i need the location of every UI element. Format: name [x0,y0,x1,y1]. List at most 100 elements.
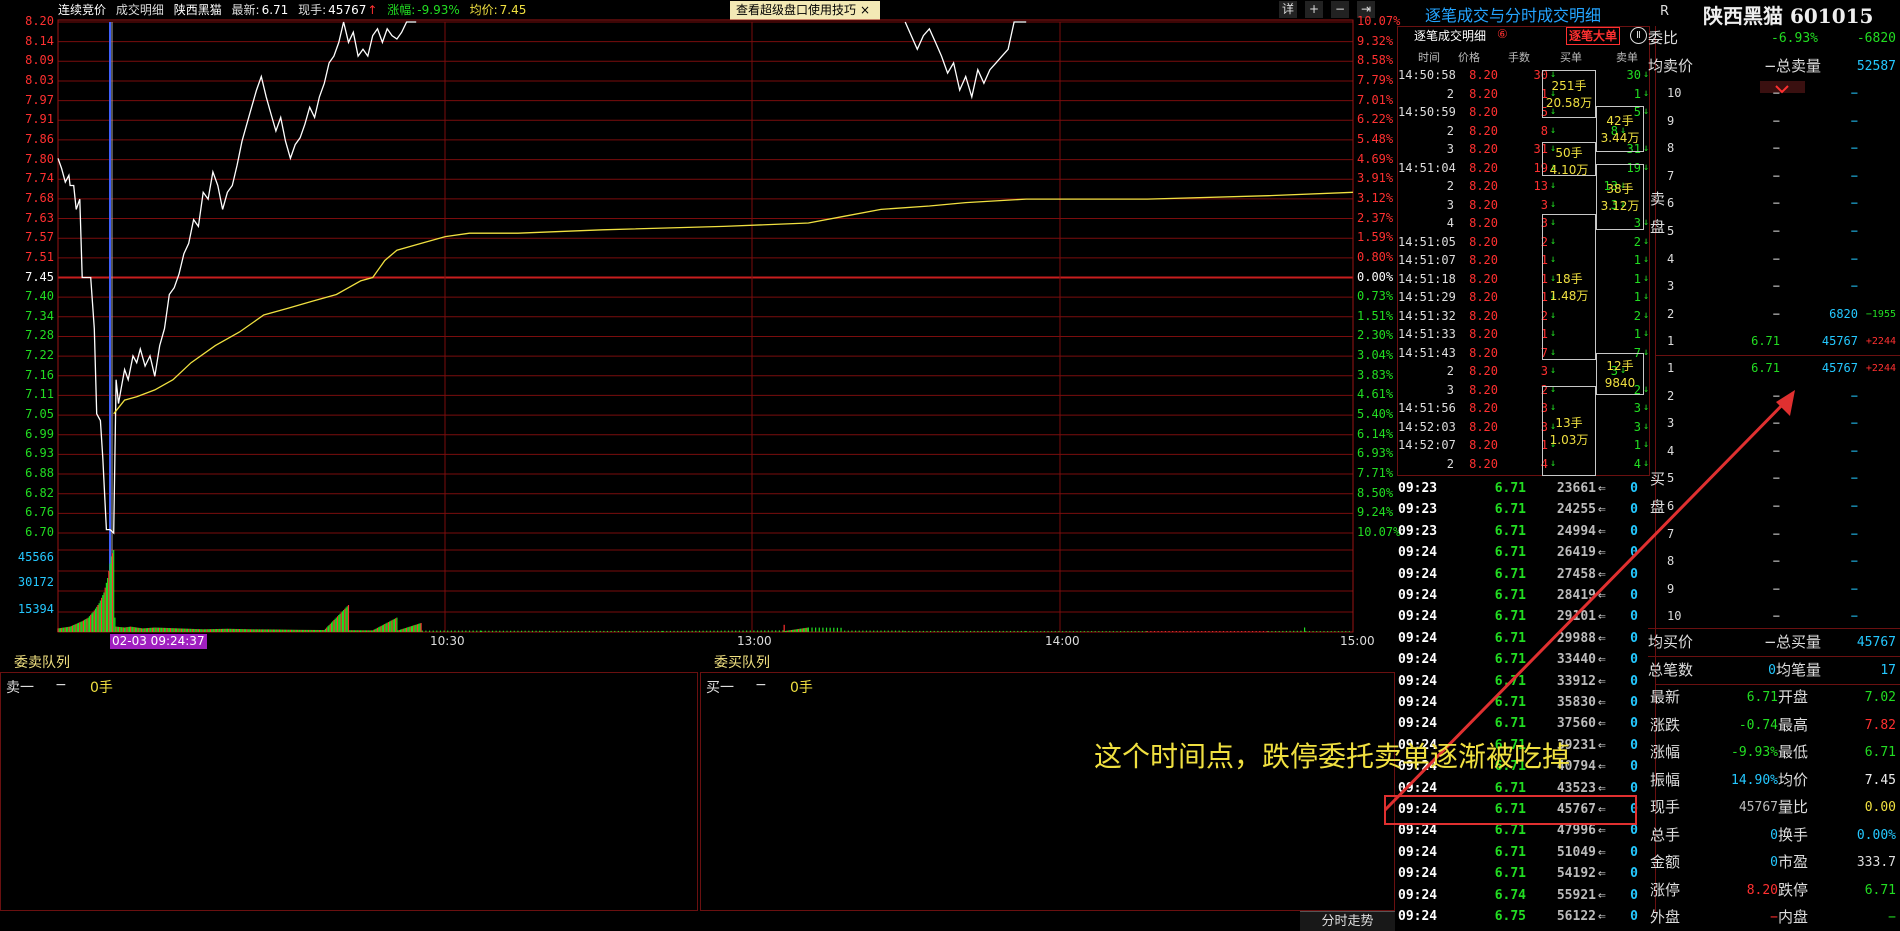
stat-value: 0 [1770,855,1778,870]
order-block: 50手 4.10万 [1542,142,1596,177]
tick-sell: 1 [1633,327,1641,341]
tick-row[interactable]: 2 8.20 1 ↓ 1 ↓ [1398,85,1653,103]
tick-qty: 19 [1533,160,1548,175]
level-qty: − [1850,168,1858,183]
buy-queue-panel[interactable] [700,672,1395,911]
stat-value: 0 [1770,827,1778,843]
orderbook-level[interactable]: 1 6.71 45767 +2244 [1660,355,1900,382]
orderbook-level[interactable]: 3 − − [1660,273,1900,300]
stat-value: − [1888,910,1896,925]
orderbook-level[interactable]: 10 − − [1660,80,1900,107]
buy-one-dash: − [755,677,767,693]
stat-value: 7.45 [1864,772,1896,788]
level-qty: − [1850,86,1858,100]
down-arrow-icon: ↓ [1643,291,1650,302]
tick-price: 8.20 [1469,345,1498,360]
tick-time: 14:51:05 [1398,234,1456,249]
minute-tick-row[interactable]: 09:24 6.71 54192 ⇐ 0 [1398,863,1643,884]
total-sell-value: 52587 [1856,59,1896,74]
level-qty: − [1850,196,1858,211]
sell-head-row: 均卖价 − 总卖量 52587 [1648,53,1900,81]
tick-sell: 2 [1633,308,1641,323]
orderbook-level[interactable]: 8 − − [1660,135,1900,162]
level-qty: − [1850,224,1858,238]
tick2-count: 0 [1630,866,1638,882]
volume-tick-label: 15394 [17,602,54,616]
time-tick-label: 14:00 [1045,634,1080,648]
time-tick-label: 13:00 [737,634,772,648]
stat-label: 跌停 [1778,880,1809,899]
stat-label: 换手 [1778,825,1809,844]
tick-row[interactable]: 14:51:32 8.20 2 ↓ 2 ↓ [1398,307,1653,325]
orderbook-level[interactable]: 6 − − [1660,190,1900,217]
tick-row[interactable]: 14:51:05 8.20 2 ↓ 2 ↓ [1398,233,1653,251]
stat-value: 333.7 [1856,855,1896,870]
level-index: 10 [1667,86,1682,100]
block-lots: 251手 [1551,79,1587,93]
tick-row[interactable]: 14:51:33 8.20 1 ↓ 1 ↓ [1398,325,1653,343]
pause-icon[interactable]: Ⅱ [1630,27,1647,44]
orderbook-level[interactable]: 7 − − [1660,163,1900,190]
tick-time: 14:51:04 [1398,160,1456,175]
tick-row[interactable]: 14:51:29 8.20 1 ↓ 1 ↓ [1398,288,1653,306]
tick-row[interactable]: 14:51:18 8.20 1 ↓ 1 ↓ [1398,270,1653,288]
stat-label: 总手 [1650,825,1681,844]
tick-qty: 3 [1540,216,1548,230]
block-lots: 38手 [1606,182,1634,196]
level-price: − [1772,168,1780,183]
avg-price-line [113,191,1354,415]
orderbook-level[interactable]: 1 6.71 45767 +2244 [1660,328,1900,355]
tick2-qty: 54192 [1556,866,1596,882]
minute-tick-row[interactable]: 09:24 6.71 51049 ⇐ 0 [1398,842,1643,863]
orderbook-level[interactable]: 2 − 6820 −1955 [1660,301,1900,328]
annotation-text: 这个时间点，跌停委托卖单逐渐被吃掉 [1094,740,1571,773]
tick-qty: 1 [1540,290,1548,304]
down-arrow-icon: ↓ [1643,309,1650,321]
down-arrow-icon: ↓ [1550,124,1557,136]
tick-time: 14:50:58 [1398,68,1456,82]
tab-intraday[interactable]: 分时走势 [1300,911,1395,931]
chart-frame [57,19,1354,633]
stat-label: 涨停 [1650,880,1681,899]
minute-tick-row[interactable]: 09:24 6.74 55921 ⇐ 0 [1398,885,1643,906]
sell-queue-panel[interactable] [0,672,698,911]
block-amount: 3.44万 [1600,131,1640,145]
stat-value: 8.20 [1746,882,1778,898]
tick2-time: 09:24 [1398,844,1438,860]
down-arrow-icon: ↓ [1550,198,1557,210]
tick-detail-title[interactable]: 逐笔成交与分时成交明细 [1425,2,1601,26]
down-arrow-icon: ↓ [1643,87,1650,99]
down-arrow-icon: ↓ [1643,235,1650,247]
tick-price: 8.20 [1469,290,1498,304]
level-qty: − [1850,279,1858,294]
stat-label: 金额 [1650,853,1681,871]
volume-tick-label: 30172 [17,575,54,589]
level-price: − [1772,86,1780,100]
minute-tick-row[interactable]: 09:24 6.75 56122 ⇐ 0 [1398,906,1643,927]
tick2-time: 09:24 [1398,887,1438,903]
avg-sell-value: − [1764,57,1777,75]
tick-col-1: 价格 [1458,51,1480,64]
tick-qty: 7 [1540,345,1548,360]
big-order-button[interactable]: 逐笔大单 [1566,27,1621,45]
sell-one-dash: − [55,677,67,693]
orderbook-level[interactable]: 4 − − [1660,246,1900,273]
tick-price: 8.20 [1469,216,1498,230]
order-block: 38手 3.12万 [1596,164,1644,230]
down-arrow-icon: ↓ [1643,272,1650,284]
orderbook-level[interactable]: 9 − − [1660,108,1900,135]
down-arrow-icon: ↓ [1550,365,1557,376]
tick-qty: 3 [1540,364,1548,378]
tick-sell: 2 [1633,234,1641,249]
tick-row[interactable]: 14:51:07 8.20 1 ↓ 1 ↓ [1398,251,1653,269]
intraday-chart[interactable] [0,0,1395,650]
stat-value: 7.82 [1864,717,1896,733]
tick-time: 14:51:33 [1398,327,1456,341]
stat-label: 市盈 [1778,853,1809,871]
tick-time: 2 [1446,364,1454,378]
block-lots: 18手 [1555,272,1583,286]
orderbook-level[interactable]: 5 − − [1660,218,1900,245]
tick-time: 14:51:32 [1398,308,1456,323]
tick-row[interactable]: 14:50:58 8.20 30 ↓ 30 ↓ [1398,66,1653,84]
left-arrow-icon: ⇐ [1598,844,1606,860]
